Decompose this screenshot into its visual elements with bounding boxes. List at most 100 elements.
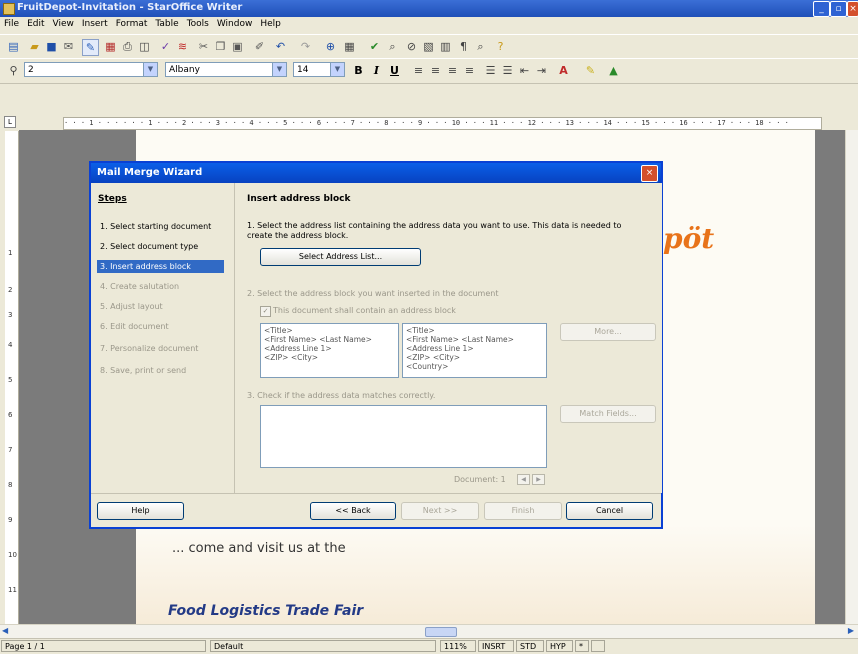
chevron-down-icon[interactable]: ▼	[143, 63, 157, 76]
spellcheck-icon[interactable]: ✓	[158, 39, 173, 54]
bullets-icon[interactable]: ☰	[500, 63, 515, 78]
undo-icon[interactable]: ↶	[273, 39, 288, 54]
step-create-salutation[interactable]: 4. Create salutation	[97, 280, 224, 293]
align-center-icon[interactable]: ≡	[428, 63, 443, 78]
vertical-scrollbar[interactable]	[845, 130, 858, 624]
scroll-thumb[interactable]	[425, 627, 457, 637]
menu-edit[interactable]: Edit	[23, 17, 48, 31]
step-insert-address-block[interactable]: 3. Insert address block	[97, 260, 224, 273]
select-address-list-button[interactable]: Select Address List...	[260, 248, 421, 266]
address-line: <Country>	[406, 362, 449, 371]
step-adjust-layout[interactable]: 5. Adjust layout	[97, 300, 224, 313]
zoom-level[interactable]: 111%	[440, 640, 476, 652]
menu-insert[interactable]: Insert	[78, 17, 112, 31]
more-button[interactable]: More...	[560, 323, 656, 341]
font-color-icon[interactable]: A	[556, 63, 571, 78]
italic-button[interactable]: I	[369, 63, 384, 78]
previous-document-icon[interactable]: ◀	[517, 474, 530, 485]
gallery-icon[interactable]: ▧	[421, 39, 436, 54]
menu-format[interactable]: Format	[112, 17, 152, 31]
scroll-left-icon[interactable]: ◀	[2, 626, 8, 635]
address-line: <Address Line 1>	[406, 344, 474, 353]
menu-help[interactable]: Help	[256, 17, 285, 31]
scroll-right-icon[interactable]: ▶	[848, 626, 854, 635]
format-paintbrush-icon[interactable]: ✐	[252, 39, 267, 54]
cut-icon[interactable]: ✂	[196, 39, 211, 54]
menu-window[interactable]: Window	[213, 17, 257, 31]
navigator-icon[interactable]: ⊘	[404, 39, 419, 54]
address-block-checkbox[interactable]: ✓	[260, 306, 271, 317]
menu-tools[interactable]: Tools	[183, 17, 213, 31]
insert-mode[interactable]: INSRT	[478, 640, 514, 652]
page-style[interactable]: Default	[210, 640, 436, 652]
formatting-marks-icon[interactable]: ¶	[456, 39, 471, 54]
minimize-button[interactable]: _	[813, 1, 830, 17]
edit-mode-icon[interactable]: ✎	[82, 39, 99, 56]
export-pdf-icon[interactable]: ▦	[103, 39, 118, 54]
background-color-icon[interactable]: ▲	[606, 63, 621, 78]
address-block-option-2[interactable]: <Title> <First Name> <Last Name> <Addres…	[402, 323, 547, 378]
paste-icon[interactable]: ▣	[230, 39, 245, 54]
help-icon[interactable]: ?	[493, 39, 508, 54]
back-button[interactable]: << Back	[310, 502, 396, 520]
find-replace-icon[interactable]: ⌕	[385, 39, 400, 54]
step-personalize-document[interactable]: 7. Personalize document	[97, 342, 224, 355]
save-icon[interactable]: ■	[44, 39, 59, 54]
align-right-icon[interactable]: ≡	[445, 63, 460, 78]
next-document-icon[interactable]: ▶	[532, 474, 545, 485]
paragraph-style-combo[interactable]: 2 ▼	[24, 62, 158, 77]
chevron-down-icon[interactable]: ▼	[330, 63, 344, 76]
print-icon[interactable]: ⎙	[120, 39, 135, 54]
copy-icon[interactable]: ❐	[213, 39, 228, 54]
address-line: <First Name> <Last Name>	[406, 335, 514, 344]
vruler-mark: 2	[8, 286, 13, 294]
step-select-document-type[interactable]: 2. Select document type	[97, 240, 224, 253]
autospell-icon[interactable]: ≋	[175, 39, 190, 54]
help-button[interactable]: Help	[97, 502, 184, 520]
step-save-print-send[interactable]: 8. Save, print or send	[97, 364, 224, 377]
increase-indent-icon[interactable]: ⇥	[534, 63, 549, 78]
styles-icon[interactable]: ⚲	[6, 63, 21, 78]
address-preview-box	[260, 405, 547, 468]
tab-stop-selector-icon[interactable]: L	[4, 116, 16, 128]
cancel-button[interactable]: Cancel	[566, 502, 653, 520]
selection-mode[interactable]: STD	[516, 640, 544, 652]
email-icon[interactable]: ✉	[61, 39, 76, 54]
show-draw-functions-icon[interactable]: ✔	[367, 39, 382, 54]
match-fields-button[interactable]: Match Fields...	[560, 405, 656, 423]
dialog-title: Mail Merge Wizard	[91, 163, 661, 183]
decrease-indent-icon[interactable]: ⇤	[517, 63, 532, 78]
table-icon[interactable]: ▦	[342, 39, 357, 54]
maximize-button[interactable]: ▫	[830, 1, 847, 17]
justify-icon[interactable]: ≡	[462, 63, 477, 78]
horizontal-scrollbar[interactable]: ◀ ▶	[0, 624, 858, 638]
chevron-down-icon[interactable]: ▼	[272, 63, 286, 76]
numbering-icon[interactable]: ☰	[483, 63, 498, 78]
content-heading: Insert address block	[247, 194, 351, 204]
menu-file[interactable]: File	[0, 17, 23, 31]
address-block-option-1[interactable]: <Title> <First Name> <Last Name> <Addres…	[260, 323, 399, 378]
bold-button[interactable]: B	[351, 63, 366, 78]
close-icon[interactable]: ×	[641, 165, 658, 182]
data-sources-icon[interactable]: ▥	[438, 39, 453, 54]
new-icon[interactable]: ▤	[6, 39, 21, 54]
step-edit-document[interactable]: 6. Edit document	[97, 320, 224, 333]
finish-button[interactable]: Finish	[484, 502, 562, 520]
highlight-icon[interactable]: ✎	[583, 63, 598, 78]
redo-icon[interactable]: ↷	[298, 39, 313, 54]
menu-table[interactable]: Table	[151, 17, 182, 31]
step-select-starting-document[interactable]: 1. Select starting document	[97, 220, 224, 233]
app-icon	[3, 3, 15, 15]
open-icon[interactable]: ▰	[27, 39, 42, 54]
zoom-icon[interactable]: ⌕	[473, 39, 488, 54]
font-name-combo[interactable]: Albany ▼	[165, 62, 287, 77]
underline-button[interactable]: U	[387, 63, 402, 78]
menu-view[interactable]: View	[49, 17, 78, 31]
font-size-combo[interactable]: 14 ▼	[293, 62, 345, 77]
next-button[interactable]: Next >>	[401, 502, 479, 520]
hyperlink-icon[interactable]: ⊕	[323, 39, 338, 54]
page-preview-icon[interactable]: ◫	[137, 39, 152, 54]
close-window-button[interactable]: ×	[847, 1, 858, 17]
hyperlink-mode[interactable]: HYP	[546, 640, 573, 652]
align-left-icon[interactable]: ≡	[411, 63, 426, 78]
